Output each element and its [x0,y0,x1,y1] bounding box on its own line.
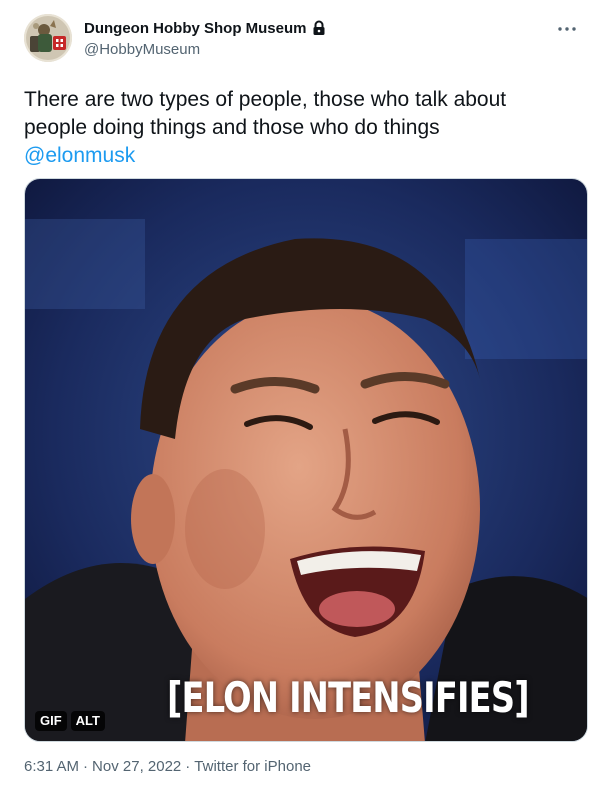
more-icon [558,27,576,31]
tweet-media-gif[interactable]: [ELON INTENSIFIES] GIF ALT [24,178,588,742]
gif-badge: GIF [35,711,67,731]
tweet-text: There are two types of people, those who… [24,86,580,170]
tweet-text-line-1: There are two types of people, those who… [24,88,507,111]
gif-face-image [25,179,587,741]
avatar-mascot-image [24,14,72,62]
tweet-timestamp-time[interactable]: 6:31 AM [24,758,79,775]
lock-icon [312,20,326,36]
mention-link[interactable]: @elonmusk [24,144,135,167]
tweet-card: Dungeon Hobby Shop Museum @HobbyMuseum T [0,0,604,792]
avatar[interactable] [24,14,72,62]
alt-badge[interactable]: ALT [70,711,105,731]
meta-separator: · [185,758,191,775]
display-name-row: Dungeon Hobby Shop Museum [84,18,326,38]
meta-separator: · [83,758,89,775]
tweet-timestamp-date[interactable]: Nov 27, 2022 [92,758,181,775]
more-options-button[interactable] [556,22,578,34]
media-badges: GIF ALT [35,711,105,731]
author-handle[interactable]: @HobbyMuseum [84,41,326,58]
gif-caption: [ELON INTENSIFIES] [167,673,530,722]
author-display-name[interactable]: Dungeon Hobby Shop Museum [84,20,307,37]
tweet-source-link[interactable]: Twitter for iPhone [194,758,311,775]
tweet-metadata: 6:31 AM · Nov 27, 2022 · Twitter for iPhone [24,758,311,775]
author-identity: Dungeon Hobby Shop Museum @HobbyMuseum [84,18,326,58]
tweet-text-line-2: people doing things and those who do thi… [24,116,440,139]
tweet-header: Dungeon Hobby Shop Museum @HobbyMuseum [24,14,584,62]
